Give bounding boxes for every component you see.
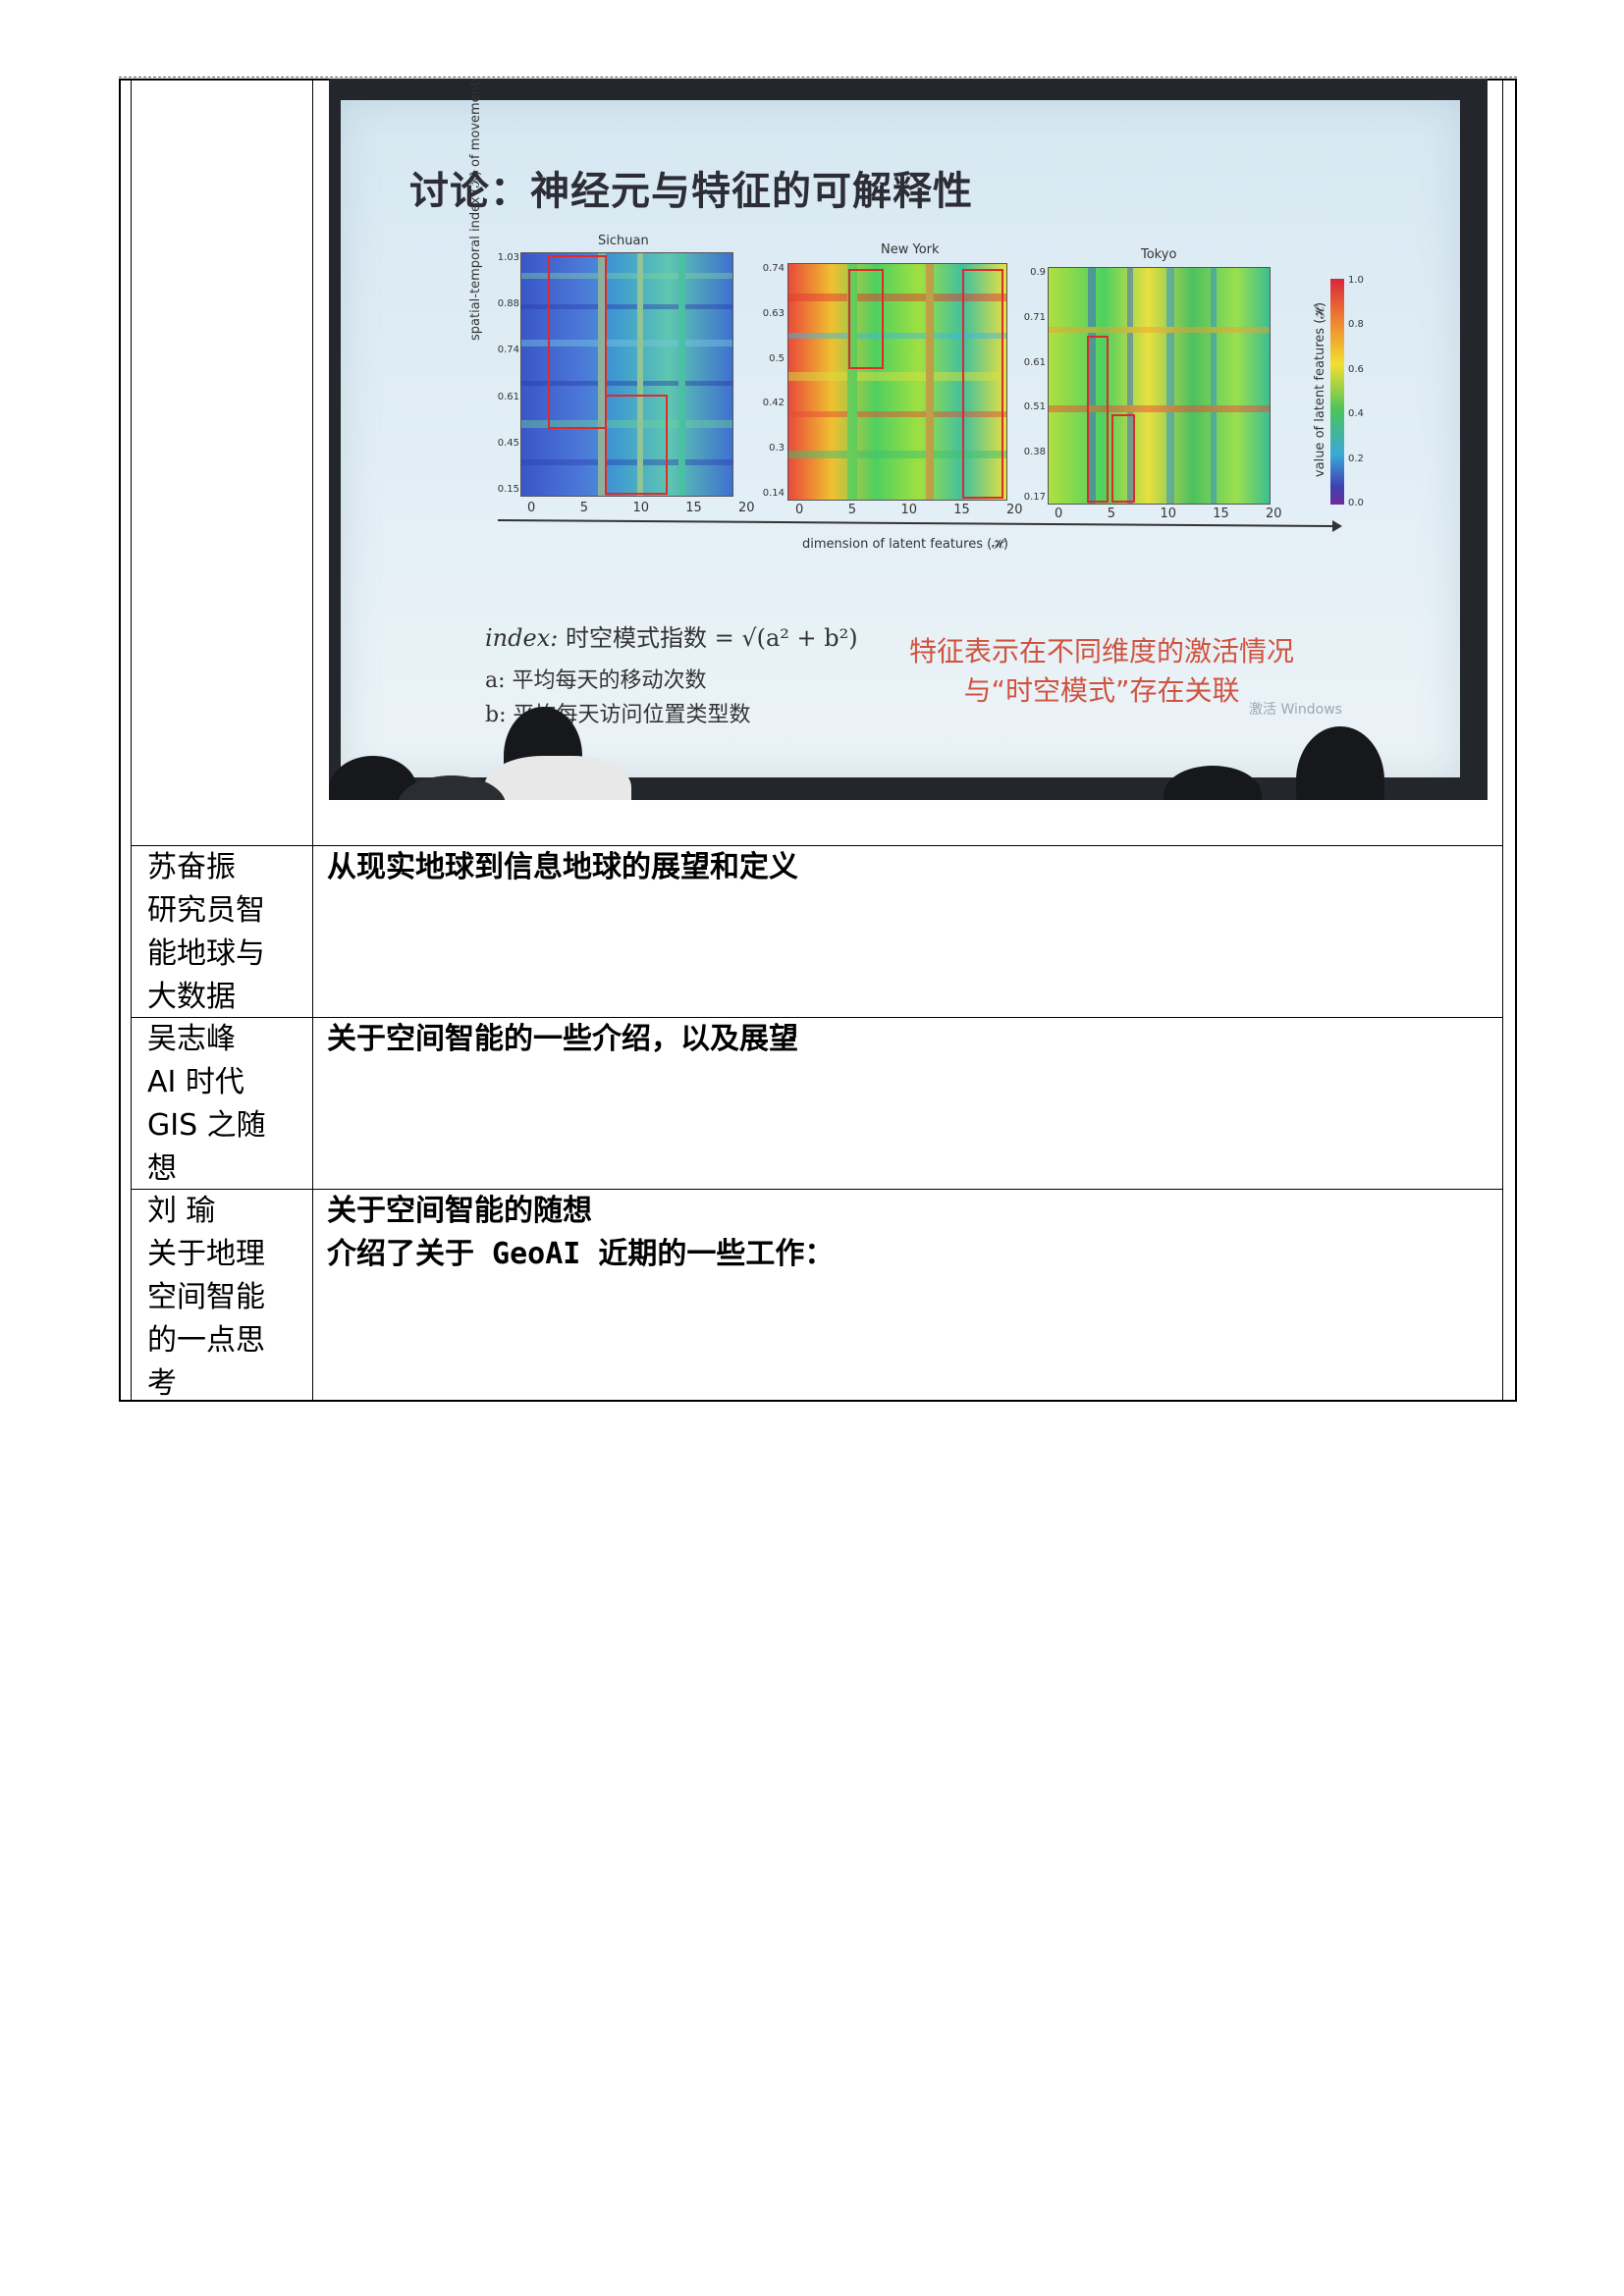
definition-a: a: 平均每天的移动次数	[485, 668, 707, 693]
audience-shoulders	[484, 756, 631, 800]
panel-title: Tokyo	[1141, 247, 1177, 262]
talk-summary-cell: 关于空间智能的随想 介绍了关于 GeoAI 近期的一些工作：	[327, 1194, 835, 1271]
panel-y-ticks: 0.74 0.63 0.5 0.42 0.3 0.14	[762, 263, 785, 499]
heatmap-sichuan	[520, 252, 733, 497]
table-top-edge	[119, 77, 1517, 78]
talk-summary-cell: 从现实地球到信息地球的展望和定义	[327, 850, 798, 884]
heatmap-new-york-image	[788, 264, 1006, 500]
y-axis-label: spatial-temporal index (𝒦) of movements	[468, 79, 483, 341]
heatmap-tokyo-image	[1049, 268, 1270, 504]
colorbar-label: value of latent features (𝓗)	[1313, 301, 1327, 478]
heatmap-tokyo	[1048, 267, 1271, 505]
speaker-cell: 苏奋振 研究员智 能地球与 大数据	[147, 850, 265, 1014]
speaker-cell: 吴志峰 AI 时代 GIS 之随 想	[147, 1022, 266, 1186]
panel-y-ticks: 1.03 0.88 0.74 0.61 0.45 0.15	[497, 252, 519, 495]
projector-screen: 讨论：神经元与特征的可解释性 spatial-temporal index (𝒦…	[341, 79, 1460, 777]
windows-watermark: 激活 Windows	[1249, 702, 1342, 718]
equation-line: index: 时空模式指数 = √(a² + b²)	[485, 624, 858, 652]
slide-title: 讨论：神经元与特征的可解释性	[409, 169, 973, 214]
x-axis-arrow	[498, 519, 1342, 532]
table-inner-right-border	[1502, 79, 1503, 1402]
slide-photo: 讨论：神经元与特征的可解释性 spatial-temporal index (𝒦…	[329, 79, 1488, 800]
colorbar-ticks: 1.0 0.8 0.6 0.4 0.2 0.0	[1348, 275, 1364, 508]
heatmap-new-york	[787, 263, 1007, 501]
heatmap-sichuan-image	[521, 253, 732, 496]
talk-summary-cell: 关于空间智能的一些介绍，以及展望	[327, 1022, 798, 1056]
highlight-note: 特征表示在不同维度的激活情况 与“时空模式”存在关联	[908, 635, 1294, 707]
table-inner-left-border	[131, 79, 132, 1402]
panel-title: New York	[881, 242, 940, 257]
colorbar	[1330, 279, 1344, 505]
panel-y-ticks: 0.9 0.71 0.61 0.51 0.38 0.17	[1023, 267, 1046, 503]
panel-title: Sichuan	[598, 234, 649, 248]
table-column-divider	[312, 79, 313, 1402]
x-axis-label: dimension of latent features (𝓗)	[802, 537, 1008, 552]
speaker-cell: 刘 瑜 关于地理 空间智能 的一点思 考	[147, 1194, 265, 1401]
